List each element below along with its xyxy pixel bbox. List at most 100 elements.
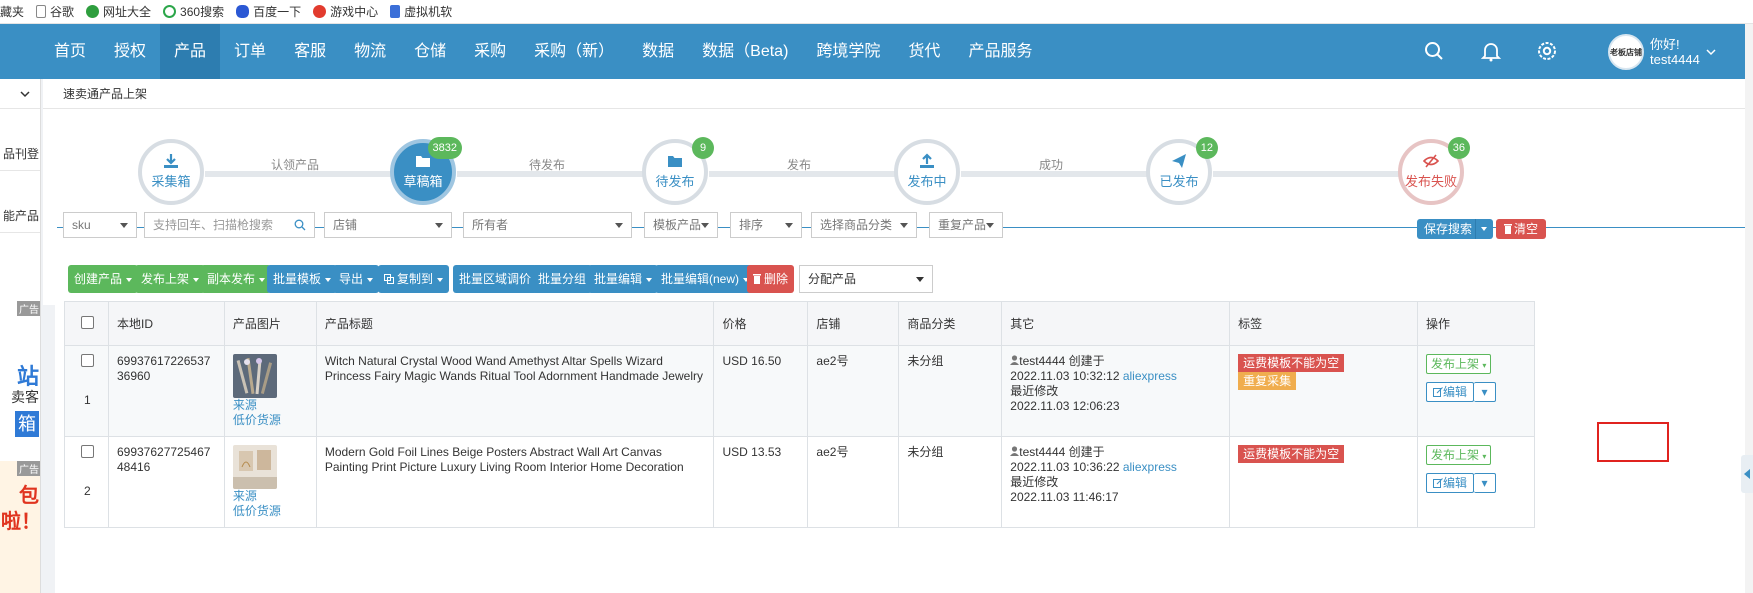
bookmark-game-center[interactable]: 游戏中心 — [313, 3, 378, 20]
sort-select[interactable]: 排序 — [730, 212, 802, 238]
bell-icon[interactable] — [1480, 40, 1502, 62]
scrollbar[interactable] — [1745, 24, 1753, 593]
step-label: 待发布 — [655, 174, 695, 189]
assign-product-select[interactable]: 分配产品 — [799, 265, 933, 293]
nav-purchase-new[interactable]: 采购（新） — [520, 24, 628, 79]
caret-down-icon — [615, 223, 623, 228]
step-connector — [1213, 171, 1403, 177]
row-select-cell: 1 — [64, 345, 109, 437]
search-icon[interactable] — [294, 219, 306, 231]
nav-logistics[interactable]: 物流 — [340, 24, 400, 79]
sku-select[interactable]: sku — [63, 212, 137, 238]
low-price-source-link[interactable]: 低价货源 — [233, 413, 308, 428]
row-publish-button[interactable]: 发布上架 ▾ — [1425, 354, 1492, 374]
nav-product-service[interactable]: 产品服务 — [954, 24, 1046, 79]
row-checkbox[interactable] — [81, 354, 94, 367]
other-info: test4444 创建于 2022.11.03 10:36:22 aliexpr… — [1001, 436, 1231, 528]
row-edit-button[interactable]: 编辑 — [1425, 473, 1474, 493]
select-all-checkbox[interactable] — [81, 315, 94, 329]
source-link[interactable]: 来源 — [233, 489, 308, 504]
source-link[interactable]: 来源 — [233, 398, 308, 413]
shop-select[interactable]: 店铺 — [324, 212, 452, 238]
row-edit-button[interactable]: 编辑 — [1425, 382, 1474, 402]
local-id: 6993762772546748416 — [107, 436, 225, 528]
step-draft-box[interactable]: 草稿箱 3832 — [390, 137, 462, 205]
row-checkbox[interactable] — [81, 445, 94, 458]
row-edit-dropdown[interactable]: ▾ — [1473, 382, 1496, 402]
ad-label: 广告 — [17, 461, 40, 476]
owner-select[interactable]: 所有者 — [463, 212, 632, 238]
ad-block-1[interactable]: 广告 站 卖客 箱 — [0, 301, 40, 451]
step-publish-failed[interactable]: 发布失败 36 — [1398, 137, 1470, 205]
nav-data[interactable]: 数据 — [628, 24, 688, 79]
nav-academy[interactable]: 跨境学院 — [802, 24, 894, 79]
side-panel-toggle[interactable] — [1741, 455, 1753, 493]
nav-service[interactable]: 客服 — [280, 24, 340, 79]
bookmark-google[interactable]: 谷歌 — [36, 3, 74, 20]
nav-menu: 首页 授权 产品 订单 客服 物流 仓储 采购 采购（新） 数据 数据（Beta… — [40, 24, 1046, 79]
step-pending-publish[interactable]: 待发布 9 — [642, 137, 714, 205]
bookmark-favorites[interactable]: 收藏夹 — [0, 3, 24, 20]
bookmark-hao123[interactable]: 网址大全 — [86, 3, 151, 20]
search-input[interactable]: 支持回车、扫描枪搜索 — [144, 212, 315, 238]
product-title[interactable]: Modern Gold Foil Lines Beige Posters Abs… — [315, 436, 715, 528]
caret-down-icon — [435, 223, 443, 228]
ad-block-2[interactable]: 广告 包 啦！ — [0, 461, 40, 593]
nav-purchase[interactable]: 采购 — [460, 24, 520, 79]
left-panel-header[interactable] — [0, 79, 40, 109]
batch-edit-button[interactable]: 批量编辑 — [588, 265, 659, 293]
col-price: 价格 — [713, 301, 809, 346]
delete-button[interactable]: 删除 — [747, 265, 795, 293]
batch-region-price-button[interactable]: 批量区域调价 — [453, 265, 538, 293]
caret-down-icon — [646, 277, 653, 282]
user-menu[interactable]: 老板店铺 你好! test4444 — [1608, 30, 1716, 74]
product-thumbnail[interactable] — [232, 445, 277, 489]
export-button[interactable]: 导出 — [333, 265, 380, 293]
step-collect-box[interactable]: 采集箱 — [138, 139, 204, 205]
caret-down-icon — [437, 277, 444, 282]
nav-home[interactable]: 首页 — [40, 24, 100, 79]
nav-data-beta[interactable]: 数据（Beta) — [688, 24, 802, 79]
platform-link[interactable]: aliexpress — [1123, 369, 1177, 383]
batch-template-button[interactable]: 批量模板 — [267, 265, 338, 293]
batch-edit-new-button[interactable]: 批量编辑(new) — [655, 265, 756, 293]
save-search-button[interactable]: 保存搜索 — [1417, 219, 1493, 239]
bookmark-360-search[interactable]: 360搜索 — [163, 3, 224, 20]
nav-forwarder[interactable]: 货代 — [894, 24, 954, 79]
nav-order[interactable]: 订单 — [220, 24, 280, 79]
left-menu-item-products[interactable]: 能产品 — [0, 199, 40, 233]
nav-auth[interactable]: 授权 — [100, 24, 160, 79]
actions-cell: 发布上架 ▾ 编辑 ▾ — [1416, 436, 1536, 528]
download-icon — [164, 154, 178, 168]
product-thumbnail[interactable] — [232, 354, 277, 398]
left-menu-item-listing[interactable]: 品刊登 — [0, 137, 40, 171]
step-published[interactable]: 已发布 12 — [1146, 137, 1218, 205]
highlight-box — [1597, 422, 1669, 462]
platform-link[interactable]: aliexpress — [1123, 460, 1177, 474]
copy-publish-button[interactable]: 副本发布 — [201, 265, 272, 293]
publish-button[interactable]: 发布上架 — [135, 265, 206, 293]
clear-button[interactable]: 清空 — [1496, 219, 1546, 239]
create-product-button[interactable]: 创建产品 — [68, 265, 139, 293]
nav-product[interactable]: 产品 — [160, 24, 221, 79]
category-select[interactable]: 选择商品分类 — [811, 212, 917, 238]
row-index: 1 — [84, 393, 91, 407]
batch-group-button[interactable]: 批量分组 — [532, 265, 593, 293]
template-product-select[interactable]: 模板产品 — [644, 212, 718, 238]
step-label: 已发布 — [1159, 174, 1199, 189]
product-title[interactable]: Witch Natural Crystal Wood Wand Amethyst… — [315, 345, 715, 437]
gear-icon[interactable] — [1536, 40, 1558, 62]
step-publishing[interactable]: 发布中 — [894, 139, 960, 205]
search-icon[interactable] — [1423, 40, 1445, 62]
bookmark-baidu[interactable]: 百度一下 — [236, 3, 301, 20]
copy-icon — [384, 274, 394, 284]
row-publish-button[interactable]: 发布上架 ▾ — [1425, 445, 1492, 465]
bookmark-vm[interactable]: 虚拟机软 — [390, 3, 452, 20]
step-connector-label: 成功 — [1038, 158, 1063, 172]
low-price-source-link[interactable]: 低价货源 — [233, 504, 308, 519]
copy-to-button[interactable]: 复制到 — [378, 265, 450, 293]
caret-down-icon — [785, 223, 793, 228]
row-edit-dropdown[interactable]: ▾ — [1473, 473, 1496, 493]
duplicate-product-select[interactable]: 重复产品 — [929, 212, 1003, 238]
nav-warehouse[interactable]: 仓储 — [400, 24, 460, 79]
